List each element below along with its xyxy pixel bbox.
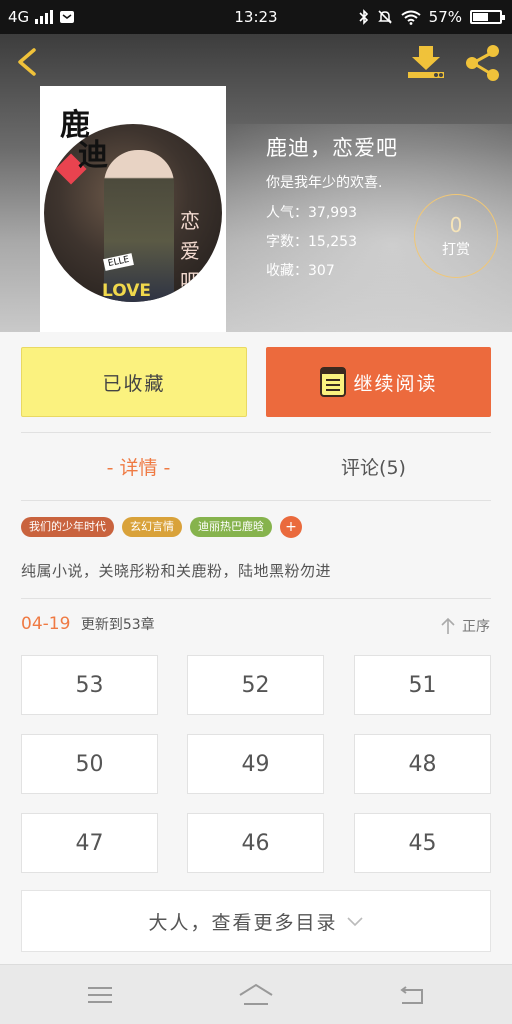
chapter-button[interactable]: 53 (21, 655, 158, 715)
wifi-icon (401, 10, 421, 25)
cover-photo: 恋爱吧 ELLE LOVE (44, 124, 222, 302)
mute-icon (377, 10, 392, 24)
cover-side-text: 恋爱吧 (180, 209, 200, 293)
book-cover[interactable]: 恋爱吧 ELLE LOVE 鹿 迪 (40, 86, 226, 332)
back-arrow-icon[interactable] (12, 46, 42, 78)
tag-item[interactable]: 迪丽热巴鹿晗 (190, 517, 272, 537)
arrow-up-icon (441, 617, 455, 634)
tab-detail-label: - 详情 - (106, 456, 171, 479)
status-right: 57% (359, 8, 505, 26)
cover-title-char-2: 迪 (78, 138, 108, 173)
chapter-button[interactable]: 46 (187, 813, 324, 873)
popularity-stat: 人气：37,993 (266, 205, 357, 221)
book-header: 恋爱吧 ELLE LOVE 鹿 迪 鹿迪，恋爱吧 你是我年少的欢喜. 人气：37… (0, 34, 512, 332)
book-info: 鹿迪，恋爱吧 你是我年少的欢喜. 人气：37,993 字数：15,253 收藏：… (266, 132, 398, 289)
divider (21, 598, 491, 599)
divider (21, 500, 491, 501)
system-nav-bar (0, 964, 512, 1024)
book-description: 纯属小说，关晓彤粉和关鹿粉，陆地黑粉勿进 (21, 562, 332, 580)
battery-percent: 57% (428, 8, 462, 26)
more-chapters-label: 大人，查看更多目录 (148, 911, 338, 934)
tag-list: 我们的少年时代 玄幻言情 迪丽热巴鹿晗 + (21, 516, 302, 538)
tag-item[interactable]: 玄幻言情 (122, 517, 182, 537)
download-icon[interactable] (406, 44, 446, 80)
menu-icon[interactable] (80, 981, 120, 1009)
bluetooth-icon (359, 9, 368, 25)
word-count-stat: 字数：15,253 (266, 234, 357, 250)
book-title: 鹿迪，恋爱吧 (266, 136, 398, 160)
tag-item[interactable]: 我们的少年时代 (21, 517, 114, 537)
update-info: 04-19 更新到53章 (21, 614, 155, 634)
book-icon (320, 367, 347, 397)
collected-label: 已收藏 (102, 372, 166, 395)
tip-button[interactable]: 0 打赏 (414, 194, 498, 278)
continue-reading-label: 继续阅读 (353, 372, 438, 395)
share-icon[interactable] (462, 42, 504, 84)
battery-icon (470, 10, 505, 24)
favorites-stat: 收藏：307 (266, 263, 335, 279)
update-date: 04-19 (21, 614, 71, 634)
divider (21, 432, 491, 433)
chapter-button[interactable]: 47 (21, 813, 158, 873)
tab-detail[interactable]: - 详情 - (21, 440, 256, 492)
tab-comments[interactable]: 评论(5) (256, 440, 491, 492)
book-subtitle: 你是我年少的欢喜. (266, 175, 383, 191)
chapter-button[interactable]: 51 (354, 655, 491, 715)
chapter-button[interactable]: 48 (354, 734, 491, 794)
chapter-button[interactable]: 52 (187, 655, 324, 715)
update-text: 更新到53章 (80, 617, 155, 633)
tab-comments-label: 评论(5) (341, 456, 406, 479)
cover-love-text: LOVE (102, 280, 151, 302)
continue-reading-button[interactable]: 继续阅读 (266, 347, 491, 417)
add-tag-button[interactable]: + (280, 516, 302, 538)
sort-toggle[interactable]: 正序 (440, 616, 490, 636)
tip-label: 打赏 (442, 242, 470, 258)
collected-button[interactable]: 已收藏 (21, 347, 247, 417)
chevron-down-icon (346, 917, 363, 927)
battery-level (473, 13, 488, 21)
chapter-button[interactable]: 50 (21, 734, 158, 794)
home-icon[interactable] (236, 981, 276, 1009)
chapter-button[interactable]: 45 (354, 813, 491, 873)
sort-label: 正序 (462, 619, 490, 635)
back-icon[interactable] (392, 981, 432, 1009)
tip-count: 0 (449, 213, 463, 237)
more-chapters-button[interactable]: 大人，查看更多目录 (21, 890, 491, 952)
chapter-button[interactable]: 49 (187, 734, 324, 794)
status-bar: 4G 13:23 57% (0, 0, 512, 34)
